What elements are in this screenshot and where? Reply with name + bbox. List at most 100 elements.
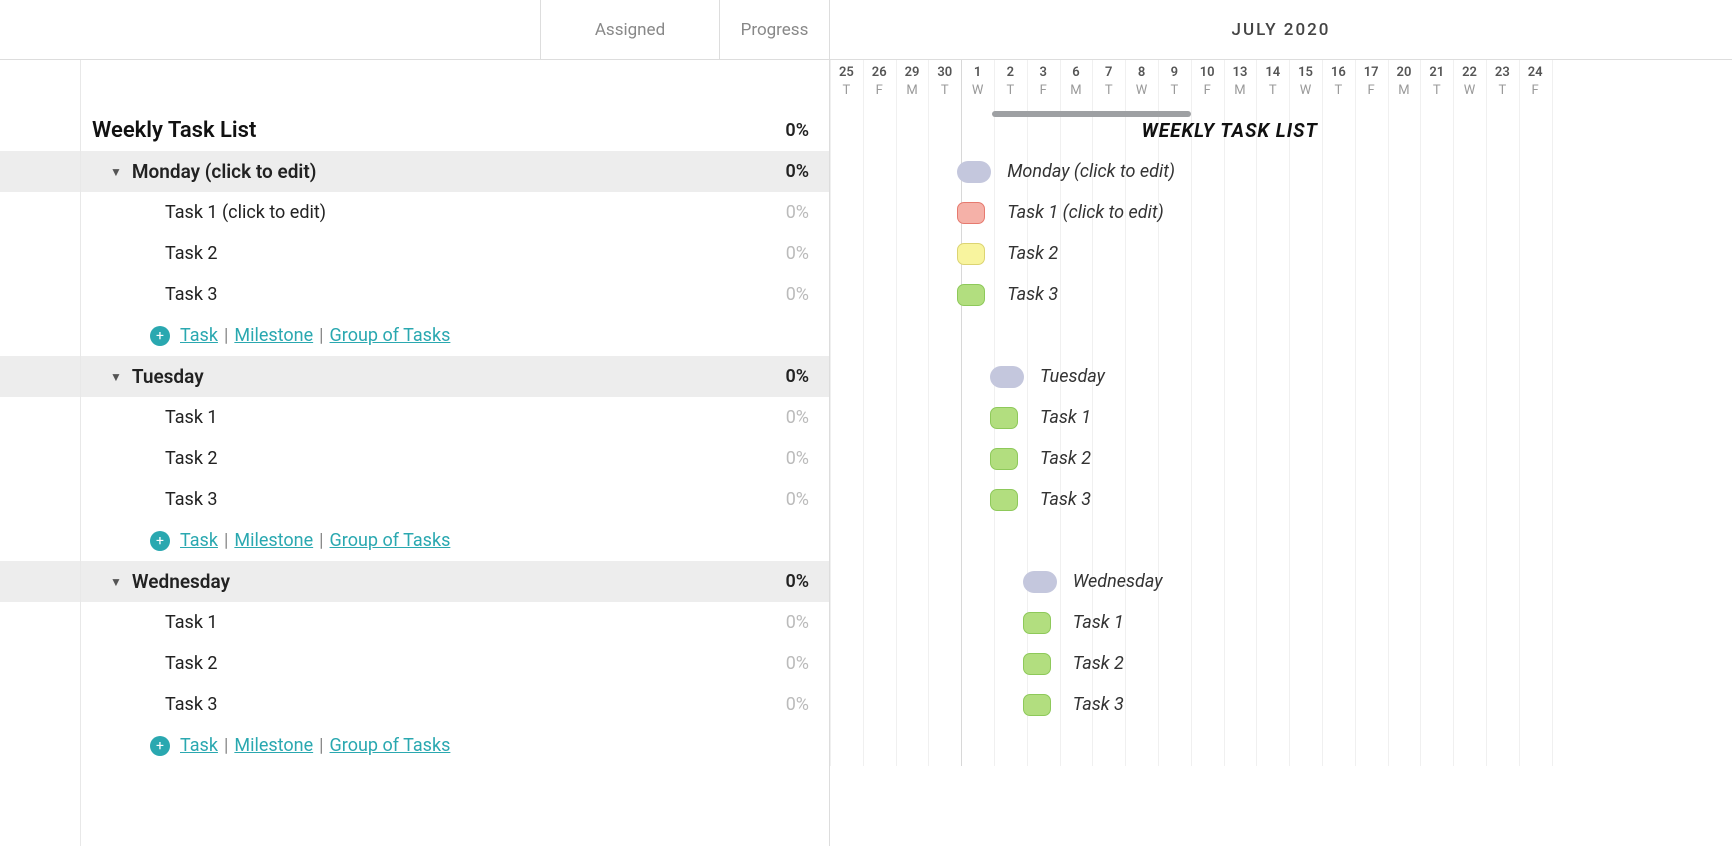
date-column[interactable]: 15W <box>1289 60 1322 110</box>
gantt-row[interactable] <box>830 725 1732 766</box>
task-name[interactable]: Task 1 <box>165 407 218 428</box>
group-row[interactable]: ▼Tuesday0% <box>0 356 829 397</box>
add-group-link[interactable]: Group of Tasks <box>330 530 451 551</box>
add-row[interactable]: +Task|Milestone|Group of Tasks <box>0 520 829 561</box>
gantt-row[interactable]: Task 1 (click to edit) <box>830 192 1732 233</box>
task-name[interactable]: Task 1 <box>165 612 218 633</box>
gantt-row[interactable]: Task 1 <box>830 397 1732 438</box>
task-bar[interactable] <box>957 243 985 265</box>
task-bar[interactable] <box>957 284 985 306</box>
task-row[interactable]: Task 1 (click to edit)0% <box>0 192 829 233</box>
task-gantt-label: Task 3 <box>1040 489 1091 510</box>
project-title[interactable]: Weekly Task List <box>92 118 256 143</box>
horizontal-scrollbar[interactable] <box>830 110 1732 118</box>
date-column[interactable]: 24F <box>1519 60 1552 110</box>
gantt-row[interactable]: WEEKLY TASK LIST <box>830 110 1732 151</box>
gantt-panel[interactable]: 25T26F29M30T1W2T3F6M7T8W9T10F13M14T15W16… <box>830 60 1732 846</box>
gantt-row[interactable]: Task 3 <box>830 274 1732 315</box>
date-column[interactable]: 17F <box>1355 60 1388 110</box>
date-column[interactable]: 7T <box>1092 60 1125 110</box>
add-row[interactable]: +Task|Milestone|Group of Tasks <box>0 725 829 766</box>
group-name[interactable]: Tuesday <box>132 365 204 388</box>
task-row[interactable]: Task 10% <box>0 397 829 438</box>
task-bar[interactable] <box>1023 694 1051 716</box>
task-bar[interactable] <box>990 448 1018 470</box>
add-task-link[interactable]: Task <box>180 325 218 346</box>
gantt-row[interactable]: Task 2 <box>830 438 1732 479</box>
date-column[interactable]: 1W <box>961 60 994 110</box>
date-column[interactable]: 14T <box>1256 60 1289 110</box>
gantt-row[interactable]: Task 3 <box>830 479 1732 520</box>
group-name[interactable]: Wednesday <box>132 570 230 593</box>
gantt-row[interactable]: Monday (click to edit) <box>830 151 1732 192</box>
add-milestone-link[interactable]: Milestone <box>234 735 313 756</box>
task-name[interactable]: Task 1 (click to edit) <box>165 202 326 223</box>
task-bar[interactable] <box>1023 653 1051 675</box>
task-name[interactable]: Task 3 <box>165 284 218 305</box>
task-row[interactable]: Task 10% <box>0 602 829 643</box>
add-group-link[interactable]: Group of Tasks <box>330 325 451 346</box>
gantt-row[interactable]: Task 1 <box>830 602 1732 643</box>
date-column[interactable]: 20M <box>1388 60 1421 110</box>
date-column[interactable]: 10F <box>1191 60 1224 110</box>
date-column[interactable]: 22W <box>1453 60 1486 110</box>
chevron-down-icon[interactable]: ▼ <box>110 575 122 589</box>
group-name[interactable]: Monday (click to edit) <box>132 160 316 183</box>
date-column[interactable]: 29M <box>896 60 929 110</box>
gantt-row[interactable]: Wednesday <box>830 561 1732 602</box>
task-name[interactable]: Task 3 <box>165 489 218 510</box>
group-row[interactable]: ▼Wednesday0% <box>0 561 829 602</box>
date-column[interactable]: 8W <box>1125 60 1158 110</box>
date-column[interactable]: 6M <box>1060 60 1093 110</box>
plus-icon[interactable]: + <box>150 736 170 756</box>
add-task-link[interactable]: Task <box>180 530 218 551</box>
column-header-assigned[interactable]: Assigned <box>540 0 720 59</box>
column-header-progress[interactable]: Progress <box>720 0 830 59</box>
group-bar[interactable] <box>957 161 991 183</box>
task-bar[interactable] <box>990 407 1018 429</box>
gantt-row[interactable]: Task 3 <box>830 684 1732 725</box>
task-row[interactable]: Task 30% <box>0 274 829 315</box>
task-gantt-label: Task 1 (click to edit) <box>1007 202 1164 223</box>
date-column[interactable]: 26F <box>863 60 896 110</box>
task-row[interactable]: Task 20% <box>0 643 829 684</box>
add-milestone-link[interactable]: Milestone <box>234 325 313 346</box>
plus-icon[interactable]: + <box>150 326 170 346</box>
task-name[interactable]: Task 3 <box>165 694 218 715</box>
add-group-link[interactable]: Group of Tasks <box>330 735 451 756</box>
date-column[interactable]: 21T <box>1420 60 1453 110</box>
date-column[interactable]: 25T <box>830 60 863 110</box>
task-row[interactable]: Task 20% <box>0 438 829 479</box>
gantt-row[interactable]: Tuesday <box>830 356 1732 397</box>
task-row[interactable]: Task 30% <box>0 684 829 725</box>
group-bar[interactable] <box>1023 571 1057 593</box>
date-column[interactable]: 23T <box>1486 60 1519 110</box>
gantt-row[interactable] <box>830 315 1732 356</box>
task-name[interactable]: Task 2 <box>165 653 218 674</box>
date-column[interactable]: 9T <box>1158 60 1191 110</box>
group-row[interactable]: ▼Monday (click to edit)0% <box>0 151 829 192</box>
date-column[interactable]: 3F <box>1027 60 1060 110</box>
gantt-row[interactable]: Task 2 <box>830 643 1732 684</box>
chevron-down-icon[interactable]: ▼ <box>110 165 122 179</box>
add-task-link[interactable]: Task <box>180 735 218 756</box>
task-bar[interactable] <box>1023 612 1051 634</box>
task-bar[interactable] <box>957 202 985 224</box>
gantt-row[interactable]: Task 2 <box>830 233 1732 274</box>
task-name[interactable]: Task 2 <box>165 243 218 264</box>
group-bar[interactable] <box>990 366 1024 388</box>
plus-icon[interactable]: + <box>150 531 170 551</box>
task-row[interactable]: Task 20% <box>0 233 829 274</box>
add-row[interactable]: +Task|Milestone|Group of Tasks <box>0 315 829 356</box>
gantt-row[interactable] <box>830 520 1732 561</box>
date-column[interactable]: 30T <box>928 60 961 110</box>
date-column[interactable]: 16T <box>1322 60 1355 110</box>
date-column[interactable]: 13M <box>1224 60 1257 110</box>
date-column[interactable]: 2T <box>994 60 1027 110</box>
task-row[interactable]: Task 30% <box>0 479 829 520</box>
project-title-row[interactable]: Weekly Task List0% <box>0 110 829 151</box>
task-bar[interactable] <box>990 489 1018 511</box>
chevron-down-icon[interactable]: ▼ <box>110 370 122 384</box>
add-milestone-link[interactable]: Milestone <box>234 530 313 551</box>
task-name[interactable]: Task 2 <box>165 448 218 469</box>
